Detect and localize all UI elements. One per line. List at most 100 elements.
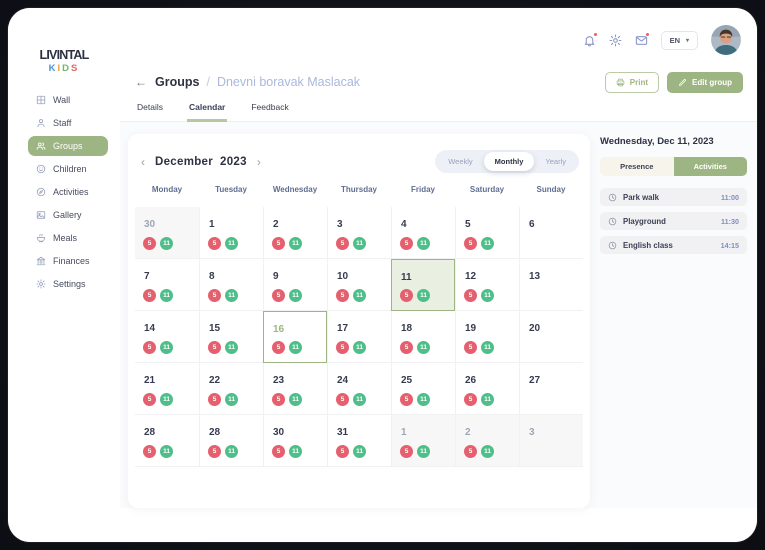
gear-button[interactable] [609, 34, 622, 47]
calendar-day-cell[interactable]: 5511 [455, 207, 519, 259]
day-number: 28 [209, 427, 220, 438]
panel-tab-activities[interactable]: Activities [674, 157, 748, 176]
calendar-day-cell[interactable]: 21511 [135, 363, 199, 415]
calendar-day-cell[interactable]: 3511 [327, 207, 391, 259]
calendar-day-cell[interactable]: 28511 [135, 415, 199, 467]
tab-feedback[interactable]: Feedback [249, 98, 290, 122]
back-arrow-icon[interactable]: ← [135, 75, 147, 89]
red-count-badge: 5 [464, 341, 477, 354]
sidebar-item-staff[interactable]: Staff [28, 113, 108, 133]
sidebar-item-settings[interactable]: Settings [28, 274, 108, 294]
calendar-day-cell[interactable]: 14511 [135, 311, 199, 363]
calendar-day-cell[interactable]: 28511 [199, 415, 263, 467]
panel-tab-presence[interactable]: Presence [600, 157, 674, 176]
pencil-icon [678, 78, 687, 87]
day-badges: 511 [143, 237, 173, 250]
calendar-day-cell[interactable]: 23511 [263, 363, 327, 415]
calendar-day-cell[interactable]: 4511 [391, 207, 455, 259]
calendar-day-cell[interactable]: 20 [519, 311, 583, 363]
calendar-day-cell[interactable]: 11511 [391, 259, 455, 311]
brand-sub-letter: k [49, 63, 58, 74]
calendar-day-cell[interactable]: 12511 [455, 259, 519, 311]
green-count-badge: 11 [225, 341, 238, 354]
sidebar-item-label: Gallery [53, 210, 82, 220]
day-number: 30 [144, 219, 155, 230]
edit-group-label: Edit group [692, 78, 732, 87]
calendar-day-cell[interactable]: 15511 [199, 311, 263, 363]
calendar-day-cell[interactable]: 9511 [263, 259, 327, 311]
calendar-day-cell[interactable]: 27 [519, 363, 583, 415]
calendar-day-cell[interactable]: 30 511 [135, 207, 199, 259]
calendar-day-cell[interactable]: 19511 [455, 311, 519, 363]
red-count-badge: 5 [208, 393, 221, 406]
calendar-day-cell[interactable]: 2511 [263, 207, 327, 259]
activity-list-item[interactable]: English class14:15 [600, 236, 747, 254]
sidebar-item-label: Staff [53, 118, 71, 128]
day-number: 3 [337, 219, 343, 230]
day-badges: 511 [400, 445, 430, 458]
day-number: 28 [144, 427, 155, 438]
tab-details[interactable]: Details [135, 98, 165, 122]
language-select[interactable]: EN ▾ [661, 31, 698, 50]
green-count-badge: 11 [417, 237, 430, 250]
day-number: 11 [401, 272, 412, 283]
calendar-day-cell[interactable]: 10511 [327, 259, 391, 311]
calendar-day-cell[interactable]: 6 [519, 207, 583, 259]
sidebar-item-children[interactable]: Children [28, 159, 108, 179]
red-count-badge: 5 [464, 393, 477, 406]
sidebar-item-wall[interactable]: Wall [28, 90, 108, 110]
calendar-day-cell[interactable]: 24511 [327, 363, 391, 415]
brand-sub-letter: s [71, 63, 79, 74]
calendar-day-cell[interactable]: 18511 [391, 311, 455, 363]
mail-button[interactable] [635, 34, 648, 47]
sidebar-item-finances[interactable]: Finances [28, 251, 108, 271]
day-number: 12 [465, 271, 476, 282]
red-count-badge: 5 [272, 289, 285, 302]
weekday-label: Thursday [327, 185, 391, 205]
bell-button[interactable] [583, 34, 596, 47]
day-number: 25 [401, 375, 412, 386]
calendar-day-cell[interactable]: 26511 [455, 363, 519, 415]
brand-name: LIVINTAL [8, 48, 120, 62]
calendar-day-cell[interactable]: 16511 [263, 311, 327, 363]
next-month-icon[interactable]: › [257, 156, 261, 168]
print-button[interactable]: Print [605, 72, 659, 93]
sidebar-item-activities[interactable]: Activities [28, 182, 108, 202]
avatar[interactable] [711, 25, 741, 55]
red-count-badge: 5 [272, 393, 285, 406]
tab-calendar[interactable]: Calendar [187, 98, 227, 122]
calendar-day-cell[interactable]: 3 [519, 415, 583, 467]
view-monthly[interactable]: Monthly [484, 152, 535, 171]
view-weekly[interactable]: Weekly [437, 152, 483, 171]
calendar-day-cell[interactable]: 30511 [263, 415, 327, 467]
activity-list-item[interactable]: Playground11:30 [600, 212, 747, 230]
sidebar-item-groups[interactable]: Groups [28, 136, 108, 156]
calendar-day-cell[interactable]: 22511 [199, 363, 263, 415]
activity-time: 11:00 [721, 193, 739, 202]
view-yearly[interactable]: Yearly [534, 152, 577, 171]
sidebar-item-gallery[interactable]: Gallery [28, 205, 108, 225]
green-count-badge: 11 [225, 445, 238, 458]
activity-list-item[interactable]: Park walk11:00 [600, 188, 747, 206]
green-count-badge: 11 [225, 289, 238, 302]
calendar-day-cell[interactable]: 2511 [455, 415, 519, 467]
day-number: 14 [144, 323, 155, 334]
edit-group-button[interactable]: Edit group [667, 72, 743, 93]
calendar-day-cell[interactable]: 1511 [391, 415, 455, 467]
red-count-badge: 5 [143, 237, 156, 250]
sidebar-item-meals[interactable]: Meals [28, 228, 108, 248]
calendar-day-cell[interactable]: 8511 [199, 259, 263, 311]
calendar-day-cell[interactable]: 17511 [327, 311, 391, 363]
day-badges: 511 [336, 445, 366, 458]
calendar-day-cell[interactable]: 31511 [327, 415, 391, 467]
calendar-day-cell[interactable]: 13 [519, 259, 583, 311]
calendar-day-cell[interactable]: 1511 [199, 207, 263, 259]
prev-month-icon[interactable]: ‹ [141, 156, 145, 168]
day-number: 21 [144, 375, 155, 386]
calendar-day-cell[interactable]: 7511 [135, 259, 199, 311]
breadcrumb-groups[interactable]: Groups [155, 75, 199, 89]
day-badges: 511 [464, 445, 494, 458]
calendar-day-cell[interactable]: 25511 [391, 363, 455, 415]
day-number: 20 [529, 323, 540, 334]
green-count-badge: 11 [481, 289, 494, 302]
